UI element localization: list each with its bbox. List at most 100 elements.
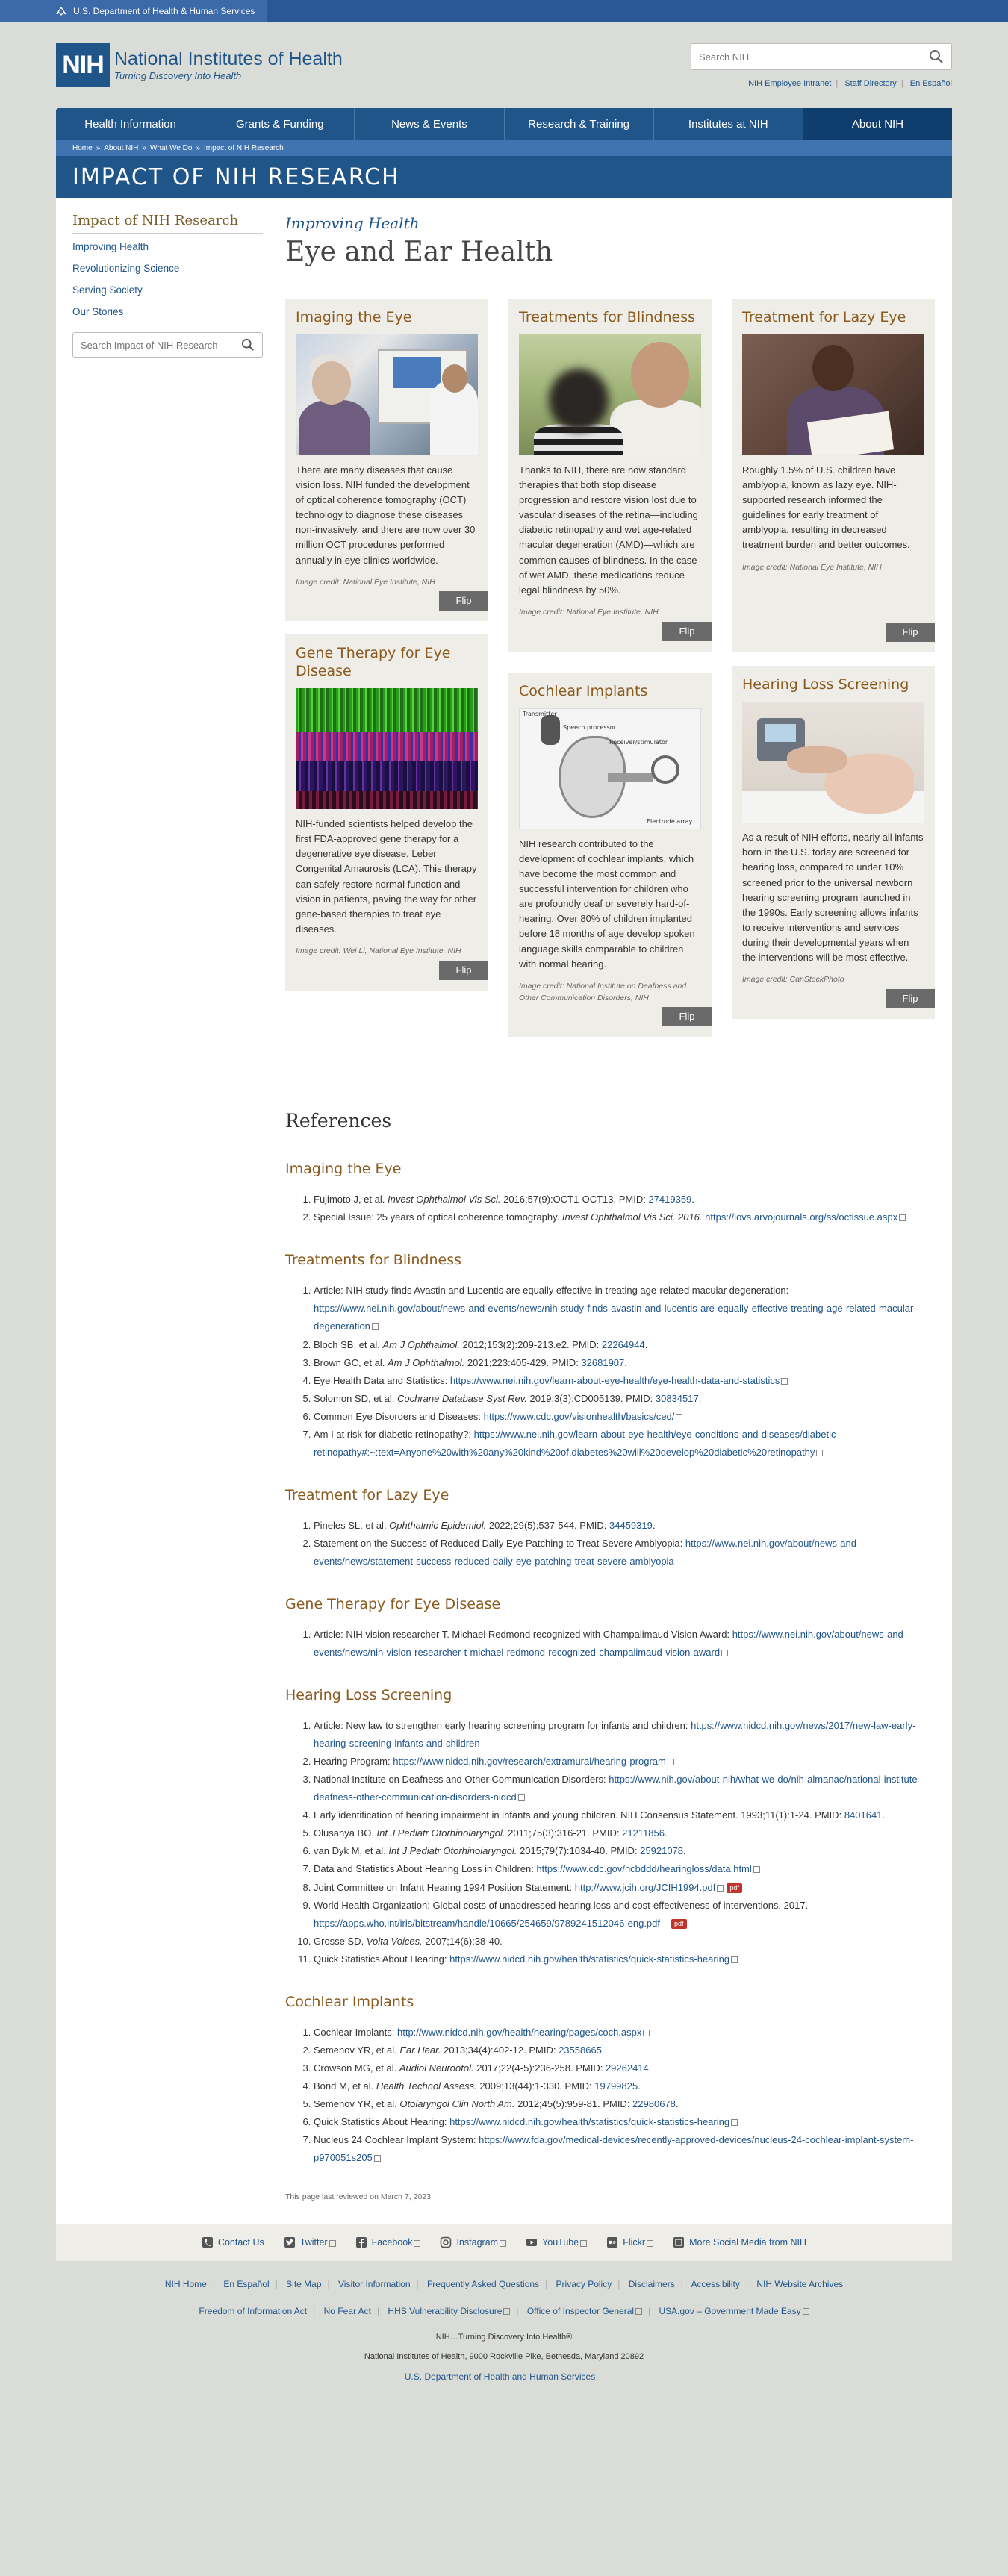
- external-link-icon: [371, 1323, 379, 1331]
- ref-link[interactable]: https://www.nidcd.nih.gov/research/extra…: [393, 1756, 666, 1767]
- ref-tail: .: [698, 1392, 702, 1404]
- footer-no-fear[interactable]: No Fear Act: [324, 2306, 371, 2316]
- nav-health-information[interactable]: Health Information: [56, 108, 206, 140]
- ref-link[interactable]: https://www.cdc.gov/ncbddd/hearingloss/d…: [536, 1863, 751, 1874]
- twitter-link[interactable]: Twitter: [284, 2236, 336, 2248]
- ref-link[interactable]: https://www.cdc.gov/visionhealth/basics/…: [484, 1411, 675, 1422]
- ref-link[interactable]: 32681907: [581, 1357, 624, 1368]
- ref-link[interactable]: https://www.nidcd.nih.gov/health/statist…: [449, 2116, 729, 2127]
- flickr-link[interactable]: Flickr: [606, 2236, 654, 2248]
- nav-news-events[interactable]: News & Events: [355, 108, 505, 140]
- ref-link[interactable]: 29262414: [606, 2062, 649, 2074]
- label-receiver: Receiver/stimulator: [609, 738, 668, 746]
- footer-visitor-info[interactable]: Visitor Information: [338, 2279, 411, 2289]
- footer-hhs-link[interactable]: U.S. Department of Health and Human Serv…: [405, 2371, 604, 2382]
- footer-foia[interactable]: Freedom of Information Act: [199, 2306, 307, 2316]
- ref-link[interactable]: 34459319: [609, 1520, 653, 1531]
- flip-button[interactable]: Flip: [886, 623, 935, 643]
- footer-hhs-vdp[interactable]: HHS Vulnerability Disclosure: [388, 2306, 511, 2316]
- facebook-link[interactable]: Facebook: [355, 2236, 421, 2248]
- logo-title: National Institutes of Health: [114, 49, 343, 69]
- staff-directory-link[interactable]: Staff Directory: [844, 79, 897, 88]
- refs-imaging-heading: Imaging the Eye: [285, 1161, 402, 1178]
- ref-link[interactable]: 8401641: [844, 1809, 883, 1821]
- footer-nih-home[interactable]: NIH Home: [165, 2279, 207, 2289]
- youtube-link[interactable]: YouTube: [526, 2236, 588, 2248]
- ref-text: Statement on the Success of Reduced Dail…: [314, 1537, 685, 1549]
- sidebar-item-serving-society[interactable]: Serving Society: [72, 284, 263, 296]
- ref-link[interactable]: https://apps.who.int/iris/bitstream/hand…: [314, 1918, 660, 1929]
- search-icon[interactable]: [241, 338, 255, 352]
- footer-faq[interactable]: Frequently Asked Questions: [427, 2279, 539, 2289]
- sidebar-search-input[interactable]: [81, 339, 241, 351]
- flip-button[interactable]: Flip: [439, 960, 488, 980]
- ref-link[interactable]: 27419359: [648, 1194, 691, 1205]
- nav-institutes[interactable]: Institutes at NIH: [654, 108, 803, 140]
- ref-link[interactable]: https://www.nei.nih.gov/about/news-and-e…: [314, 1303, 917, 1332]
- espanol-link[interactable]: En Español: [910, 79, 952, 88]
- reference-item: Data and Statistics About Hearing Loss i…: [314, 1860, 935, 1878]
- ref-link[interactable]: 21211856: [622, 1827, 665, 1839]
- facebook-icon: [355, 2237, 367, 2248]
- sidebar-item-revolutionizing-science[interactable]: Revolutionizing Science: [72, 263, 263, 274]
- ref-link[interactable]: 22980678: [632, 2098, 676, 2109]
- flip-button[interactable]: Flip: [662, 621, 712, 641]
- more-social-media-link[interactable]: More Social Media from NIH: [673, 2236, 806, 2248]
- page-kicker[interactable]: Improving Health: [285, 214, 935, 232]
- ref-link[interactable]: 23558665: [559, 2045, 602, 2056]
- breadcrumb-home[interactable]: Home: [72, 144, 93, 152]
- external-link-icon: [597, 2374, 604, 2381]
- ref-link[interactable]: http://www.nidcd.nih.gov/health/hearing/…: [397, 2027, 641, 2038]
- reference-item: Quick Statistics About Hearing: https://…: [314, 1950, 935, 1968]
- image-credit: Image credit: National Eye Institute, NI…: [296, 577, 435, 587]
- flip-button[interactable]: Flip: [439, 591, 488, 611]
- sidebar-title[interactable]: Impact of NIH Research: [72, 213, 263, 234]
- flip-button[interactable]: Flip: [662, 1007, 712, 1027]
- sidebar-item-improving-health[interactable]: Improving Health: [72, 241, 263, 252]
- sidebar-item-our-stories[interactable]: Our Stories: [72, 306, 263, 317]
- employee-intranet-link[interactable]: NIH Employee Intranet: [748, 79, 831, 88]
- nih-logo[interactable]: NIH National Institutes of Health Turnin…: [56, 43, 343, 87]
- footer-archives[interactable]: NIH Website Archives: [756, 2279, 843, 2289]
- reference-item: Semenov YR, et al. Otolaryngol Clin Nort…: [314, 2095, 935, 2113]
- ref-link[interactable]: 30834517: [656, 1393, 699, 1404]
- ref-link[interactable]: http://www.jcih.org/JCIH1994.pdf: [575, 1882, 716, 1893]
- ref-link[interactable]: 25921078: [640, 1845, 683, 1856]
- nav-about-nih[interactable]: About NIH: [803, 108, 953, 140]
- search-input[interactable]: [699, 51, 929, 63]
- external-link-icon: [802, 2308, 809, 2315]
- ref-link[interactable]: 19799825: [594, 2080, 638, 2092]
- ref-text: Crowson MG, et al.: [314, 2062, 399, 2074]
- nav-grants-funding[interactable]: Grants & Funding: [205, 108, 355, 140]
- footer-usagov[interactable]: USA.gov – Government Made Easy: [659, 2306, 809, 2316]
- breadcrumb-about[interactable]: About NIH: [104, 144, 138, 152]
- search-icon[interactable]: [929, 49, 944, 64]
- sidebar: Impact of NIH Research Improving Health …: [72, 213, 263, 2201]
- ref-link[interactable]: https://www.nidcd.nih.gov/health/statist…: [449, 1953, 729, 1965]
- breadcrumb-what-we-do[interactable]: What We Do: [150, 144, 193, 152]
- refs-cochlear-heading: Cochlear Implants: [285, 1993, 414, 2010]
- hhs-link[interactable]: U.S. Department of Health & Human Servic…: [0, 0, 267, 22]
- external-link-icon: [899, 1214, 906, 1222]
- ref-link[interactable]: 22264944: [602, 1339, 645, 1350]
- footer-accessibility[interactable]: Accessibility: [691, 2279, 740, 2289]
- ref-journal: Cochrane Database Syst Rev.: [397, 1392, 527, 1404]
- footer-oig[interactable]: Office of Inspector General: [527, 2306, 643, 2316]
- footer-site-map[interactable]: Site Map: [286, 2279, 321, 2289]
- ref-tail: .: [652, 1519, 656, 1531]
- flip-button[interactable]: Flip: [886, 989, 935, 1009]
- ref-link[interactable]: https://www.nei.nih.gov/learn-about-eye-…: [450, 1375, 780, 1386]
- refs-blindness-heading: Treatments for Blindness: [285, 1252, 462, 1269]
- nav-research-training[interactable]: Research & Training: [505, 108, 654, 140]
- reference-item: Article: NIH vision researcher T. Michae…: [314, 1626, 935, 1662]
- ref-tail: .: [624, 1356, 627, 1368]
- reference-item: Semenov YR, et al. Ear Hear. 2013;34(4):…: [314, 2042, 935, 2059]
- footer-disclaimers[interactable]: Disclaimers: [629, 2279, 675, 2289]
- ref-link[interactable]: https://iovs.arvojournals.org/ss/octissu…: [705, 1211, 897, 1223]
- contact-us-link[interactable]: Contact Us: [202, 2236, 264, 2248]
- footer-espanol[interactable]: En Español: [223, 2279, 269, 2289]
- instagram-link[interactable]: Instagram: [440, 2236, 507, 2248]
- footer-privacy[interactable]: Privacy Policy: [556, 2279, 612, 2289]
- ref-journal: Volta Voices.: [366, 1935, 423, 1947]
- ref-text: Quick Statistics About Hearing:: [314, 2115, 450, 2127]
